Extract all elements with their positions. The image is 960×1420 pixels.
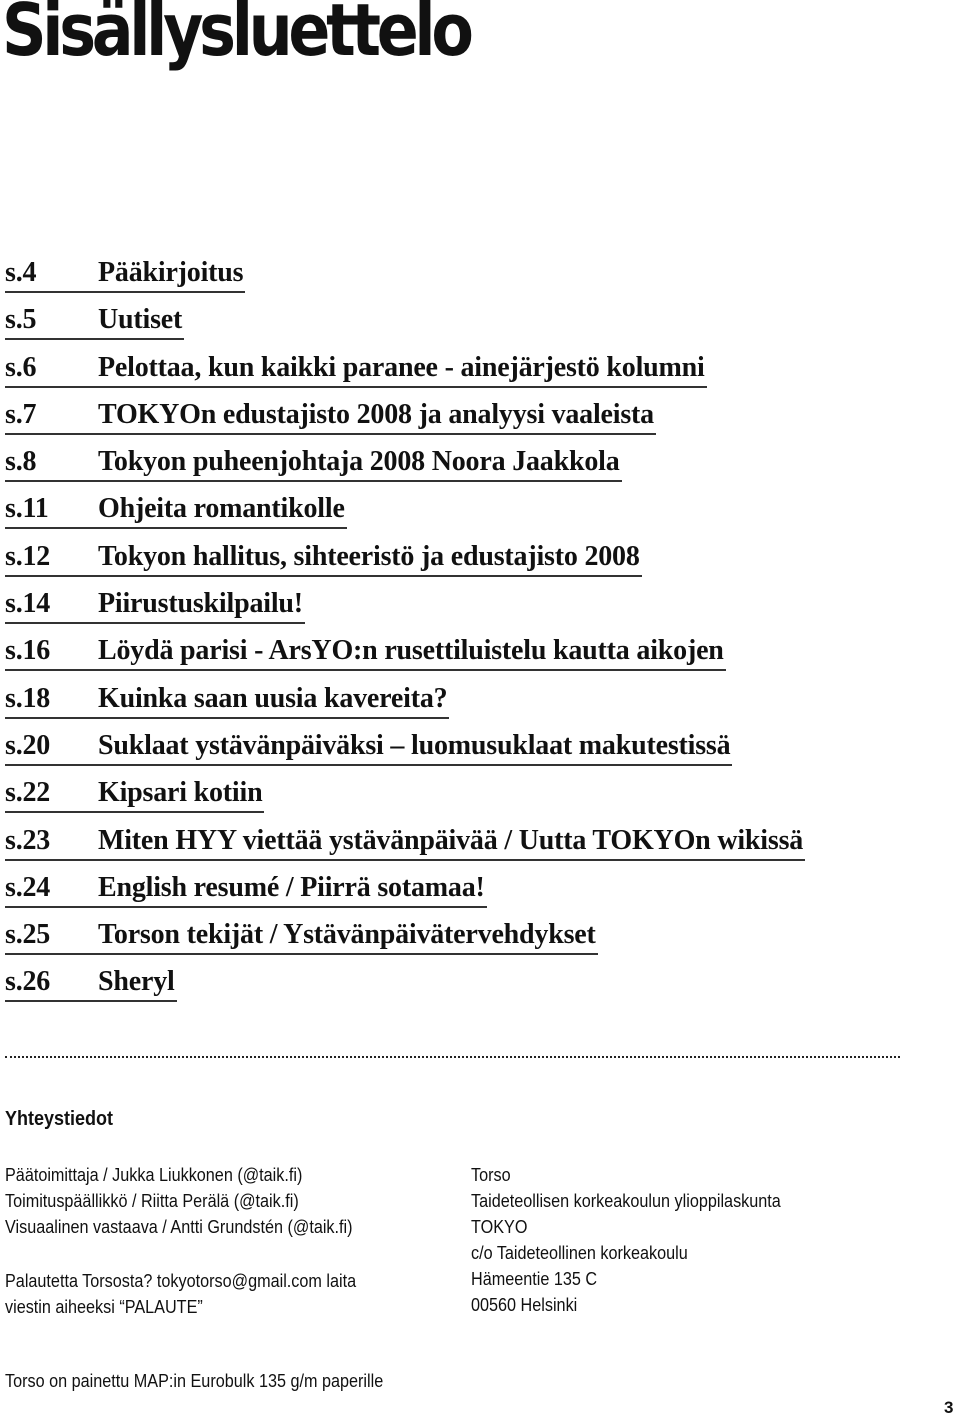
toc-page-number: s.7 xyxy=(5,398,37,430)
toc-page-number: s.5 xyxy=(5,304,37,336)
toc-item: s.6 Pelottaa, kun kaikki paranee - ainejä… xyxy=(5,350,805,397)
toc-item: s.20 Suklaat ystävänpäiväksi – luomusukla… xyxy=(5,728,805,775)
toc-page-number: s.14 xyxy=(5,588,51,620)
toc-link[interactable]: s.24 English resumé / Piirrä sotamaa! xyxy=(5,870,487,908)
toc-link[interactable]: s.12 Tokyon hallitus, sihteeristö ja edus… xyxy=(5,539,642,577)
staff-line: Visuaalinen vastaava / Antti Grundstén (… xyxy=(5,1217,353,1237)
contact-heading: Yhteystiedot xyxy=(5,1108,114,1130)
toc-link[interactable]: s.11 Ohjeita romantikolle xyxy=(5,491,347,530)
toc-title: Kuinka saan uusia kavereita? xyxy=(98,682,448,714)
toc-link[interactable]: s.26 Sheryl xyxy=(5,964,177,1003)
printing-note: Torso on painettu MAP:in Eurobulk 135 g/… xyxy=(5,1371,384,1391)
postal-address: Torso Taideteollisen korkeakoulun yliopp… xyxy=(471,1162,781,1318)
toc-link[interactable]: s.22 Kipsari kotiin xyxy=(5,775,265,814)
toc-link[interactable]: s.23 Miten HYY viettää ystävänpäivää / Uu… xyxy=(5,823,806,861)
toc-title: Sheryl xyxy=(98,966,175,998)
toc-link[interactable]: s.5 Uutiset xyxy=(5,302,185,341)
feedback-line-1: Palautetta Torsosta? tokyotorso@gmail.co… xyxy=(5,1268,356,1294)
toc-item: s.24 English resumé / Piirrä sotamaa! xyxy=(5,870,805,917)
toc-title: Löydä parisi - ArsYO:n rusettiluistelu k… xyxy=(98,635,724,667)
address-line: c/o Taideteollinen korkeakoulu xyxy=(471,1243,688,1263)
dotted-divider xyxy=(5,1056,900,1058)
toc-item: s.18 Kuinka saan uusia kavereita? xyxy=(5,681,805,728)
toc-link[interactable]: s.18 Kuinka saan uusia kavereita? xyxy=(5,681,450,719)
toc-link[interactable]: s.16 Löydä parisi - ArsYO:n rusettiluiste… xyxy=(5,633,726,672)
toc-item: s.22 Kipsari kotiin xyxy=(5,775,805,822)
toc-link[interactable]: s.25 Torson tekijät / Ystävänpäivätervehd… xyxy=(5,917,598,956)
toc-link[interactable]: s.7 TOKYOn edustajisto 2008 ja analyysi v… xyxy=(5,397,656,435)
toc-page-number: s.22 xyxy=(5,777,51,809)
toc-title: Kipsari kotiin xyxy=(98,777,263,809)
feedback-prefix: Palautetta Torsosta? xyxy=(5,1271,157,1291)
toc-link[interactable]: s.8 Tokyon puheenjohtaja 2008 Noora Jaakk… xyxy=(5,444,622,483)
toc-page-number: s.20 xyxy=(5,729,51,761)
toc-page-number: s.23 xyxy=(5,824,51,856)
toc-page-number: s.25 xyxy=(5,919,51,951)
feedback-note: Palautetta Torsosta? tokyotorso@gmail.co… xyxy=(5,1268,356,1320)
toc-page-number: s.26 xyxy=(5,966,51,998)
toc-link[interactable]: s.20 Suklaat ystävänpäiväksi – luomusukla… xyxy=(5,728,733,766)
address-line: Taideteollisen korkeakoulun ylioppilasku… xyxy=(471,1191,781,1211)
toc-title: Miten HYY viettää ystävänpäivää / Uutta … xyxy=(98,824,804,856)
toc-item: s.16 Löydä parisi - ArsYO:n rusettiluiste… xyxy=(5,633,805,680)
address-line: 00560 Helsinki xyxy=(471,1295,578,1315)
toc-link[interactable]: s.14 Piirustuskilpailu! xyxy=(5,586,305,625)
toc-page-number: s.8 xyxy=(5,446,37,478)
toc-title: Tokyon hallitus, sihteeristö ja edustaji… xyxy=(98,540,640,572)
page-title: Sisällysluettelo xyxy=(2,0,474,72)
toc-title: Piirustuskilpailu! xyxy=(98,588,303,620)
feedback-line-2: viestin aiheeksi “PALAUTE” xyxy=(5,1297,203,1317)
toc-link[interactable]: s.6 Pelottaa, kun kaikki paranee - ainejä… xyxy=(5,350,707,388)
toc-title: English resumé / Piirrä sotamaa! xyxy=(98,871,485,903)
toc-item: s.12 Tokyon hallitus, sihteeristö ja edus… xyxy=(5,539,805,586)
toc-item: s.11 Ohjeita romantikolle xyxy=(5,491,805,538)
address-line: Torso xyxy=(471,1165,511,1185)
feedback-suffix: laita xyxy=(321,1271,357,1291)
toc-page-number: s.16 xyxy=(5,635,51,667)
address-line: TOKYO xyxy=(471,1217,528,1237)
toc-item: s.4 Pääkirjoitus xyxy=(5,255,805,302)
page-number: 3 xyxy=(944,1398,954,1417)
toc-item: s.8 Tokyon puheenjohtaja 2008 Noora Jaakk… xyxy=(5,444,805,491)
staff-line: Päätoimittaja / Jukka Liukkonen (@taik.f… xyxy=(5,1165,303,1185)
feedback-email-link[interactable]: tokyotorso@gmail.com xyxy=(157,1271,322,1291)
toc-item: s.26 Sheryl xyxy=(5,964,805,1011)
toc-item: s.14 Piirustuskilpailu! xyxy=(5,586,805,633)
toc-page-number: s.11 xyxy=(5,493,49,525)
toc-title: Torson tekijät / Ystävänpäivätervehdykse… xyxy=(98,919,596,951)
toc-title: Uutiset xyxy=(98,304,183,336)
toc-page-number: s.18 xyxy=(5,682,51,714)
toc-title: Tokyon puheenjohtaja 2008 Noora Jaakkola xyxy=(98,446,620,478)
toc-page-number: s.4 xyxy=(5,257,37,288)
toc-item: s.7 TOKYOn edustajisto 2008 ja analyysi v… xyxy=(5,397,805,444)
table-of-contents: s.4 Pääkirjoitus s.5 Uutiset s.6 Pelottaa, … xyxy=(5,255,806,1012)
staff-list: Päätoimittaja / Jukka Liukkonen (@taik.f… xyxy=(5,1162,353,1240)
toc-title: Suklaat ystävänpäiväksi – luomusuklaat m… xyxy=(98,729,731,761)
address-line: Hämeentie 135 C xyxy=(471,1269,598,1289)
toc-item: s.5 Uutiset xyxy=(5,302,805,349)
toc-page-number: s.6 xyxy=(5,351,37,383)
toc-item: s.25 Torson tekijät / Ystävänpäivätervehd… xyxy=(5,917,805,964)
toc-title: TOKYOn edustajisto 2008 ja analyysi vaal… xyxy=(98,398,654,430)
toc-page-number: s.12 xyxy=(5,540,51,572)
toc-title: Pääkirjoitus xyxy=(98,257,244,288)
toc-title: Ohjeita romantikolle xyxy=(98,493,345,525)
toc-item: s.23 Miten HYY viettää ystävänpäivää / Uu… xyxy=(5,823,806,870)
toc-title: Pelottaa, kun kaikki paranee - ainejärje… xyxy=(98,351,705,383)
toc-link[interactable]: s.4 Pääkirjoitus xyxy=(5,255,246,293)
toc-page-number: s.24 xyxy=(5,871,51,903)
staff-line: Toimituspäällikkö / Riitta Perälä (@taik… xyxy=(5,1191,299,1211)
